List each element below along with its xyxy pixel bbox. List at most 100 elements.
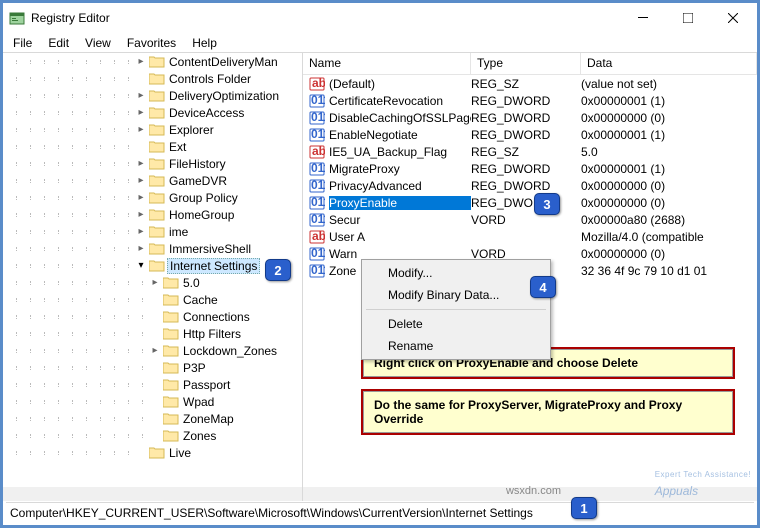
close-button[interactable]	[710, 4, 755, 33]
chevron-right-icon[interactable]: ▸	[149, 277, 161, 288]
value-name[interactable]: CertificateRevocation	[329, 94, 471, 108]
tree-label[interactable]: HomeGroup	[167, 208, 236, 222]
tree-item[interactable]: Zones	[3, 427, 302, 444]
tree-item[interactable]: ▸ DeviceAccess	[3, 104, 302, 121]
tree-pane[interactable]: ▸ ContentDeliveryMan Controls Folder ▸ Deliv…	[3, 53, 303, 501]
tree-item[interactable]: ▸ ime	[3, 223, 302, 240]
tree-label[interactable]: Passport	[181, 378, 232, 392]
tree-item[interactable]: P3P	[3, 359, 302, 376]
menu-view[interactable]: View	[77, 34, 119, 52]
list-row[interactable]: abUser AMozilla/4.0 (compatible	[303, 228, 757, 245]
tree-label[interactable]: P3P	[181, 361, 208, 375]
tree-label[interactable]: Ext	[167, 140, 188, 154]
tree-item[interactable]: ▸ FileHistory	[3, 155, 302, 172]
ctx-modify[interactable]: Modify...	[364, 262, 548, 284]
tree-item[interactable]: ▸ ContentDeliveryMan	[3, 53, 302, 70]
maximize-button[interactable]	[665, 4, 710, 33]
tree-label[interactable]: 5.0	[181, 276, 202, 290]
tree-item[interactable]: Connections	[3, 308, 302, 325]
value-name[interactable]: DisableCachingOfSSLPages	[329, 111, 471, 125]
chevron-right-icon[interactable]: ▸	[135, 243, 147, 254]
tree-label[interactable]: Lockdown_Zones	[181, 344, 279, 358]
list-header[interactable]: Name Type Data	[303, 53, 757, 75]
tree-item[interactable]: Controls Folder	[3, 70, 302, 87]
value-type: REG_DWORD	[471, 196, 581, 210]
list-row[interactable]: 011MigrateProxyREG_DWORD0x00000001 (1)	[303, 160, 757, 177]
ctx-delete[interactable]: Delete	[364, 313, 548, 335]
list-row[interactable]: 011CertificateRevocationREG_DWORD0x00000…	[303, 92, 757, 109]
tree-item[interactable]: ▸ 5.0	[3, 274, 302, 291]
value-name[interactable]: (Default)	[329, 77, 471, 91]
tree-item[interactable]: ▸ GameDVR	[3, 172, 302, 189]
tree-label[interactable]: Zones	[181, 429, 218, 443]
tree-item[interactable]: Live	[3, 444, 302, 461]
list-row[interactable]: 011SecurVORD0x00000a80 (2688)	[303, 211, 757, 228]
col-data[interactable]: Data	[581, 53, 757, 74]
tree-item[interactable]: Http Filters	[3, 325, 302, 342]
minimize-button[interactable]	[620, 4, 665, 33]
tree-label[interactable]: ZoneMap	[181, 412, 236, 426]
tree-item[interactable]: Cache	[3, 291, 302, 308]
tree-item[interactable]: Wpad	[3, 393, 302, 410]
tree-item[interactable]: ▾ Internet Settings	[3, 257, 302, 274]
ctx-rename[interactable]: Rename	[364, 335, 548, 357]
tree-item[interactable]: ZoneMap	[3, 410, 302, 427]
chevron-right-icon[interactable]: ▸	[135, 226, 147, 237]
tree-item[interactable]: ▸ Lockdown_Zones	[3, 342, 302, 359]
value-name[interactable]: PrivacyAdvanced	[329, 179, 471, 193]
tree-item[interactable]: ▸ Group Policy	[3, 189, 302, 206]
menu-help[interactable]: Help	[184, 34, 225, 52]
value-name[interactable]: User A	[329, 230, 471, 244]
ctx-modify-binary[interactable]: Modify Binary Data...	[364, 284, 548, 306]
tree-label[interactable]: ContentDeliveryMan	[167, 55, 280, 69]
list-row[interactable]: 011EnableNegotiateREG_DWORD0x00000001 (1…	[303, 126, 757, 143]
tree-label[interactable]: DeviceAccess	[167, 106, 246, 120]
tree-hscroll[interactable]	[3, 487, 302, 501]
menu-file[interactable]: File	[5, 34, 40, 52]
tree-item[interactable]: ▸ HomeGroup	[3, 206, 302, 223]
tree-item[interactable]: ▸ ImmersiveShell	[3, 240, 302, 257]
list-row[interactable]: abIE5_UA_Backup_FlagREG_SZ5.0	[303, 143, 757, 160]
tree-label[interactable]: Cache	[181, 293, 220, 307]
tree-label[interactable]: ImmersiveShell	[167, 242, 253, 256]
tree-label[interactable]: Live	[167, 446, 193, 460]
tree-label[interactable]: Group Policy	[167, 191, 240, 205]
value-name[interactable]: IE5_UA_Backup_Flag	[329, 145, 471, 159]
tree-item[interactable]: ▸ Explorer	[3, 121, 302, 138]
value-name[interactable]: EnableNegotiate	[329, 128, 471, 142]
tree-item[interactable]: Passport	[3, 376, 302, 393]
tree-label[interactable]: Explorer	[167, 123, 216, 137]
chevron-right-icon[interactable]: ▸	[135, 158, 147, 169]
tree-item[interactable]: Ext	[3, 138, 302, 155]
tree-label[interactable]: Controls Folder	[167, 72, 253, 86]
value-name[interactable]: Secur	[329, 213, 471, 227]
chevron-right-icon[interactable]: ▸	[135, 90, 147, 101]
tree-item[interactable]: ▸ DeliveryOptimization	[3, 87, 302, 104]
chevron-right-icon[interactable]: ▸	[149, 345, 161, 356]
tree-label[interactable]: Wpad	[181, 395, 216, 409]
list-row[interactable]: 011ProxyEnableREG_DWORD0x00000000 (0)	[303, 194, 757, 211]
chevron-right-icon[interactable]: ▸	[135, 209, 147, 220]
chevron-right-icon[interactable]: ▸	[135, 107, 147, 118]
tree-label[interactable]: FileHistory	[167, 157, 228, 171]
menu-edit[interactable]: Edit	[40, 34, 77, 52]
chevron-right-icon[interactable]: ▸	[135, 124, 147, 135]
tree-label[interactable]: Http Filters	[181, 327, 243, 341]
chevron-down-icon[interactable]: ▾	[135, 260, 147, 271]
chevron-right-icon[interactable]: ▸	[135, 56, 147, 67]
tree-label[interactable]: ime	[167, 225, 190, 239]
tree-label[interactable]: DeliveryOptimization	[167, 89, 281, 103]
value-name[interactable]: ProxyEnable	[329, 196, 471, 210]
col-type[interactable]: Type	[471, 53, 581, 74]
menu-favorites[interactable]: Favorites	[119, 34, 184, 52]
list-row[interactable]: 011DisableCachingOfSSLPagesREG_DWORD0x00…	[303, 109, 757, 126]
list-row[interactable]: 011PrivacyAdvancedREG_DWORD0x00000000 (0…	[303, 177, 757, 194]
value-name[interactable]: MigrateProxy	[329, 162, 471, 176]
list-row[interactable]: ab(Default)REG_SZ(value not set)	[303, 75, 757, 92]
chevron-right-icon[interactable]: ▸	[135, 192, 147, 203]
chevron-right-icon[interactable]: ▸	[135, 175, 147, 186]
tree-label[interactable]: Internet Settings	[167, 258, 260, 274]
tree-label[interactable]: GameDVR	[167, 174, 229, 188]
tree-label[interactable]: Connections	[181, 310, 252, 324]
col-name[interactable]: Name	[303, 53, 471, 74]
